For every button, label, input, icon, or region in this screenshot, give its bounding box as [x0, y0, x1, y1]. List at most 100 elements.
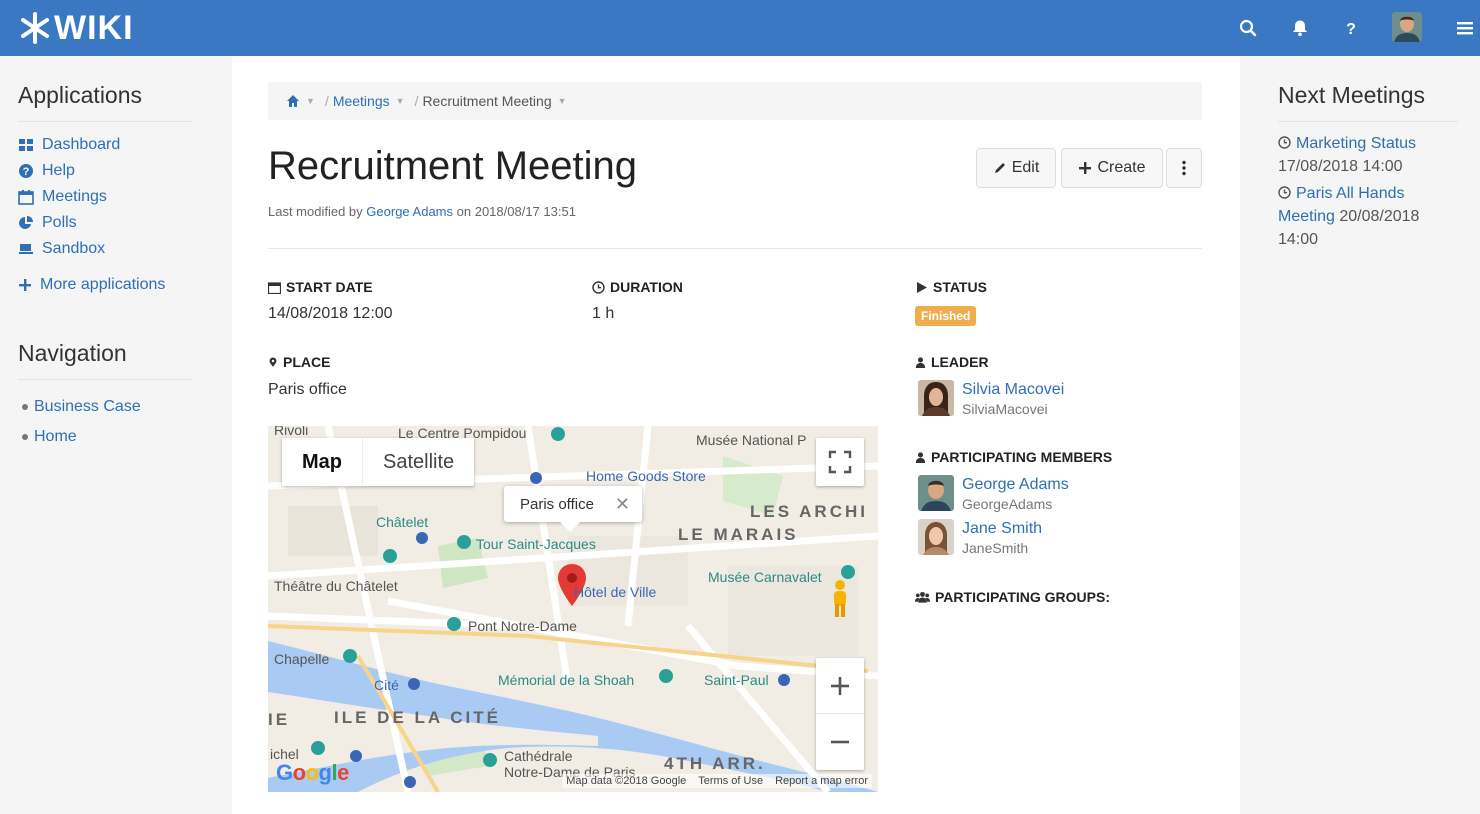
play-icon [917, 281, 927, 293]
nav-item-business-case[interactable]: Business Case [18, 392, 192, 422]
member-name[interactable]: Jane Smith [962, 519, 1042, 539]
app-item-polls[interactable]: Polls [18, 210, 192, 236]
map-data-credit: Map data ©2018 Google [566, 775, 687, 787]
meeting-link[interactable]: Meeting [1278, 208, 1335, 225]
hamburger-icon[interactable] [1451, 14, 1479, 42]
home-icon[interactable] [286, 94, 300, 108]
chevron-down-icon[interactable]: ▼ [558, 96, 567, 106]
chevron-down-icon[interactable]: ▼ [396, 96, 405, 106]
svg-text:?: ? [1346, 21, 1356, 37]
field-label-text: DURATION [610, 279, 683, 295]
map-label: Hôtel de Ville [574, 584, 657, 600]
pegman-icon [834, 580, 846, 617]
edit-button[interactable]: Edit [976, 148, 1056, 188]
minus-icon [831, 740, 849, 744]
map-label: Châtelet [376, 514, 429, 530]
page-title: Recruitment Meeting [268, 144, 638, 188]
meeting-date: 17/08/2018 14:00 [1278, 158, 1403, 175]
google-logo: Google [276, 760, 349, 785]
navigation-title: Navigation [18, 340, 127, 366]
xwiki-logo[interactable]: WIKI [18, 8, 134, 48]
app-item-sandbox[interactable]: Sandbox [18, 236, 192, 262]
start-date-label: START DATE [268, 279, 373, 295]
avatar[interactable] [918, 475, 954, 511]
more-applications-link[interactable]: More applications [18, 276, 192, 294]
help-icon: ? [19, 164, 33, 178]
more-actions-button[interactable] [1166, 148, 1202, 188]
participating-groups-label: PARTICIPATING GROUPS: [915, 589, 1110, 605]
map-label: Saint-Paul [704, 672, 769, 688]
duration-label: DURATION [592, 279, 683, 295]
create-label: Create [1097, 159, 1146, 176]
map-label: Home Goods Store [586, 468, 706, 484]
avatar[interactable] [918, 380, 954, 416]
map-info-popup: Paris office ✕ [504, 486, 642, 532]
create-button[interactable]: Create [1061, 148, 1163, 188]
pencil-icon [994, 163, 1005, 173]
map-label: Théâtre du Châtelet [274, 578, 398, 594]
zoom-control [816, 658, 864, 770]
avatar[interactable] [918, 519, 954, 555]
app-item-help[interactable]: ? Help [18, 158, 192, 184]
nav-item-home[interactable]: Home [18, 422, 192, 452]
duration-value: 1 h [592, 305, 615, 322]
map-marker-icon [269, 357, 277, 367]
map-widget[interactable]: Rivoli Le Centre Pompidou Musée National… [268, 426, 878, 792]
zoom-out-button[interactable] [816, 714, 864, 770]
nav-item-label: Home [34, 428, 77, 445]
map-label: Chapelle [274, 651, 330, 667]
status-label: STATUS [915, 279, 987, 295]
chevron-down-icon[interactable]: ▼ [306, 96, 315, 106]
app-item-label: Dashboard [42, 136, 121, 153]
avatar[interactable] [1392, 12, 1422, 42]
member-entry: Jane Smith JaneSmith [918, 519, 1042, 557]
user-icon [915, 356, 926, 368]
member-entry: George Adams GeorgeAdams [918, 475, 1069, 513]
meeting-entry: Paris All Hands Meeting 20/08/2018 14:00 [1278, 182, 1458, 251]
divider [18, 121, 192, 122]
app-item-label: Sandbox [42, 240, 106, 257]
app-item-dashboard[interactable]: Dashboard [18, 132, 192, 158]
report-map-error-link[interactable]: Report a map error [775, 775, 868, 787]
applications-title: Applications [18, 82, 143, 108]
breadcrumb-separator: / [414, 93, 419, 109]
map-label: ILE DE LA CITÉ [334, 708, 501, 727]
map-tab-satellite[interactable]: Satellite [362, 438, 474, 486]
xwiki-star-icon [21, 12, 49, 44]
map-label: Tour Saint-Jacques [476, 536, 596, 552]
member-name[interactable]: George Adams [962, 475, 1069, 495]
map-label: Mémorial de la Shoah [498, 672, 635, 688]
search-icon[interactable] [1234, 14, 1262, 42]
app-item-meetings[interactable]: Meetings [18, 184, 192, 210]
meeting-link[interactable]: Paris All Hands [1296, 185, 1405, 202]
applications-panel: Applications Dashboard ? Help Meetings P… [18, 82, 192, 294]
main-content: ▼ / Meetings ▼ / Recruitment Meeting ▼ R… [232, 56, 1240, 814]
street-view-pegman[interactable] [820, 576, 860, 622]
map-label: Musée National P [696, 432, 807, 448]
terms-of-use-link[interactable]: Terms of Use [698, 775, 763, 787]
map-tab-map[interactable]: Map [282, 438, 362, 486]
last-modified-user[interactable]: George Adams [366, 204, 453, 219]
meeting-date: 20/08/2018 [1339, 208, 1420, 225]
field-label-text: STATUS [933, 279, 987, 295]
breadcrumb-current: Recruitment Meeting [422, 93, 552, 109]
leader-name[interactable]: Silvia Macovei [962, 380, 1064, 400]
meeting-link[interactable]: Marketing Status [1296, 135, 1416, 152]
app-item-label: Polls [42, 214, 77, 231]
fullscreen-button[interactable] [816, 438, 864, 486]
breadcrumb-meetings[interactable]: Meetings [333, 93, 390, 109]
fullscreen-icon [828, 450, 852, 474]
last-modified-prefix: Last modified by [268, 204, 363, 219]
close-icon[interactable]: ✕ [615, 494, 630, 515]
more-applications-label: More applications [40, 276, 166, 293]
bell-icon[interactable] [1286, 14, 1314, 42]
leader-username: SilviaMacovei [962, 401, 1048, 417]
question-icon[interactable]: ? [1337, 14, 1365, 42]
last-modified-date: on 2018/08/17 13:51 [456, 204, 576, 219]
map-type-toggle: Map Satellite [282, 438, 475, 486]
field-label-text: LEADER [931, 354, 989, 370]
divider [1278, 121, 1458, 122]
clock-icon [592, 280, 605, 294]
zoom-in-button[interactable] [816, 658, 864, 714]
navigation-panel: Navigation Business Case Home [18, 340, 192, 452]
